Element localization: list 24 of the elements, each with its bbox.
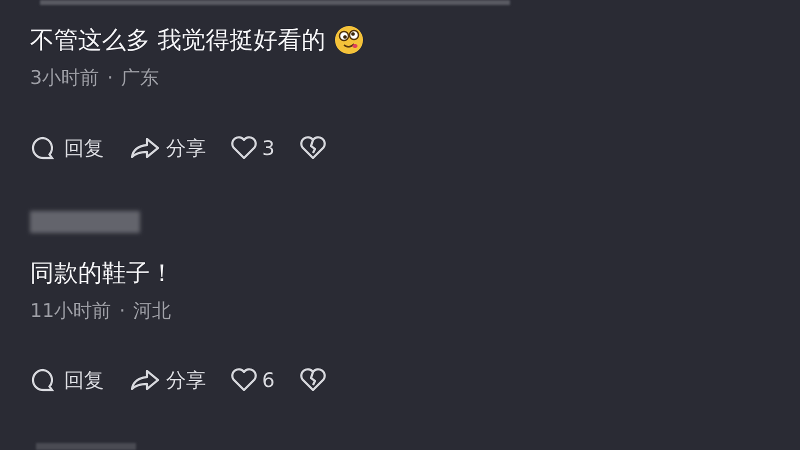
heart-icon bbox=[230, 136, 258, 160]
share-icon bbox=[130, 368, 160, 392]
comment-location: 河北 bbox=[133, 298, 172, 324]
comment-time: 11小时前 bbox=[30, 298, 112, 324]
comment-icon bbox=[30, 367, 56, 393]
dislike-icon bbox=[298, 136, 327, 160]
separator-dot: · bbox=[107, 66, 114, 91]
share-button[interactable]: 分享 bbox=[130, 132, 206, 162]
share-button[interactable]: 分享 bbox=[130, 365, 206, 395]
dislike-button[interactable] bbox=[298, 368, 327, 392]
comment-text: 同款的鞋子！ bbox=[30, 258, 174, 288]
comment-time: 3小时前 bbox=[30, 66, 100, 91]
separator-dot: · bbox=[119, 298, 126, 324]
reply-button[interactable]: 回复 bbox=[30, 365, 104, 395]
dislike-button[interactable] bbox=[298, 136, 327, 160]
like-button[interactable]: 6 bbox=[230, 365, 275, 395]
comment-text: 不管这么多 我觉得挺好看的 bbox=[30, 25, 326, 56]
comment-icon bbox=[30, 134, 56, 160]
share-icon bbox=[130, 136, 160, 160]
reply-button[interactable]: 回复 bbox=[30, 132, 104, 162]
comment-location: 广东 bbox=[121, 66, 160, 91]
heart-icon bbox=[230, 368, 258, 392]
dislike-icon bbox=[298, 368, 327, 392]
like-button[interactable]: 3 bbox=[230, 132, 275, 162]
